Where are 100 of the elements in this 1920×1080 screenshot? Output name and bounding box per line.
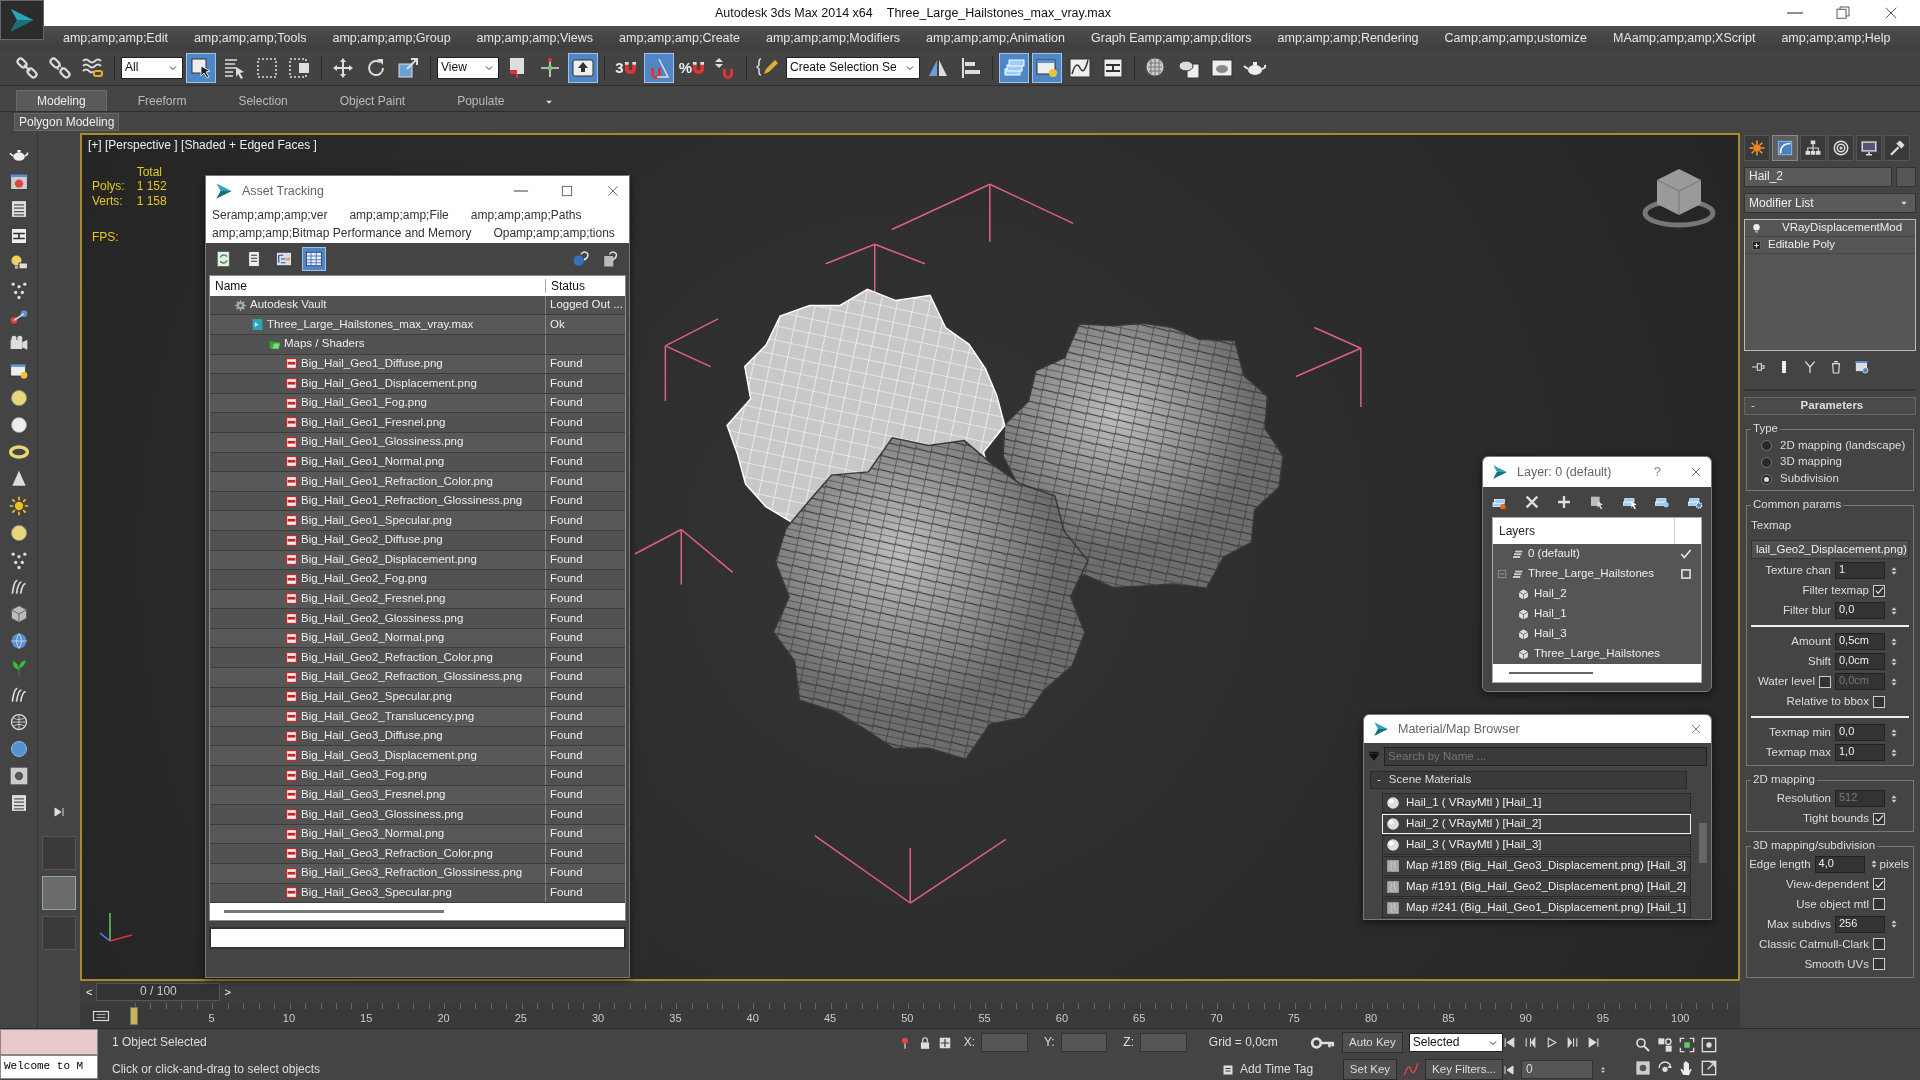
radio-label[interactable]: Subdivision [1780, 472, 1839, 486]
menu-item[interactable]: Graph Eamp;amp;amp;ditors [1078, 30, 1265, 46]
spinner-field[interactable]: 1,0 [1835, 744, 1885, 762]
viewport-label[interactable]: [+] [Perspective ] [Shaded + Edged Faces ] [88, 138, 317, 153]
material-item[interactable]: Map #191 (Big_Hail_Geo2_Displacement.png) [Hail_2] [1382, 877, 1691, 897]
asset-name[interactable]: Big_Hail_Geo3_Fresnel.png [301, 788, 446, 802]
toolbar-dropdown[interactable]: All [121, 56, 183, 79]
menu-item[interactable]: amp;amp;amp;Modifiers [753, 30, 914, 46]
asset-name[interactable]: Big_Hail_Geo3_Refraction_Color.png [301, 846, 493, 861]
asset-name[interactable]: Big_Hail_Geo2_Refraction_Glossiness.png [301, 670, 523, 685]
set-key-button[interactable]: Set Key [1342, 1059, 1398, 1080]
asset-name[interactable]: Big_Hail_Geo2_Refraction_Color.png [301, 650, 493, 665]
group-header[interactable]: - Scene Materials [1370, 771, 1687, 789]
toolbar-dropdown[interactable]: View [437, 56, 499, 79]
menu-item[interactable]: amp;amp;amp;Create [606, 30, 753, 46]
menu-item[interactable]: amp;amp;amp;Help [1768, 30, 1904, 46]
asset-name[interactable]: Big_Hail_Geo1_Diffuse.png [301, 356, 443, 371]
asset-name[interactable]: Autodesk Vault [250, 298, 327, 312]
menu-item[interactable]: amp;amp;amp;Edit [50, 30, 181, 46]
asset-name[interactable]: Big_Hail_Geo3_Fog.png [301, 768, 427, 783]
asset-name[interactable]: Big_Hail_Geo2_Fresnel.png [301, 592, 446, 606]
asset-name[interactable]: Big_Hail_Geo2_Diffuse.png [301, 533, 443, 548]
auto-key-button[interactable]: Auto Key [1342, 1032, 1403, 1053]
material-item[interactable]: Hail_3 ( VRayMtl ) [Hail_3] [1382, 835, 1691, 855]
material-item[interactable]: Map #241 (Big_Hail_Geo1_Displacement.png) [Hail_1] [1382, 898, 1691, 918]
radio-label[interactable]: 2D mapping (landscape) [1780, 438, 1906, 453]
asset-name[interactable]: Big_Hail_Geo1_Fog.png [301, 396, 427, 410]
ribbon-tab[interactable]: Object Paint [318, 89, 427, 111]
ribbon-tab[interactable]: Freeform [116, 89, 208, 111]
maxscript-output-field[interactable]: Welcome to M [0, 1055, 98, 1079]
material-item[interactable]: Hail_2 ( VRayMtl ) [Hail_2] [1382, 814, 1691, 834]
menu-item[interactable]: amp;amp;amp;Group [319, 30, 464, 46]
stack-item[interactable]: Editable Poly [1768, 238, 1836, 252]
help-button[interactable]: ? [1653, 462, 1661, 482]
asset-name[interactable]: Big_Hail_Geo3_Glossiness.png [301, 807, 464, 822]
spinner-field[interactable]: 256 [1835, 915, 1885, 933]
rollout-header[interactable]: - Parameters [1744, 397, 1916, 415]
timeline-track[interactable]: 5 10 15 20 25 30 35 40 45 50 55 60 65 70 75 80 85 90 95 100 [80, 1003, 1740, 1028]
modifier-list-dropdown[interactable]: Modifier List [1744, 193, 1916, 213]
asset-name[interactable]: Big_Hail_Geo2_Specular.png [301, 690, 452, 704]
spinner-field[interactable]: 0,0 [1835, 602, 1885, 620]
spinner-field[interactable]: 4,0 [1814, 855, 1865, 873]
object-name-field[interactable]: Hail_2 [1744, 167, 1892, 187]
object-name[interactable]: Hail_3 [1534, 627, 1701, 641]
asset-name[interactable]: Big_Hail_Geo2_Normal.png [301, 631, 445, 646]
layer-name[interactable]: 0 (default) [1528, 547, 1675, 561]
previous-frame-button[interactable]: < [86, 983, 93, 1001]
spinner-field[interactable]: 0,5cm [1835, 633, 1885, 651]
radio-label[interactable]: 3D mapping [1780, 455, 1842, 470]
asset-name[interactable]: Big_Hail_Geo2_Displacement.png [301, 552, 477, 567]
asset-name[interactable]: Big_Hail_Geo1_Fresnel.png [301, 415, 446, 430]
rollout-toggle[interactable]: - [1751, 399, 1755, 413]
spinner-field[interactable]: 0,0 [1835, 724, 1885, 742]
toolbar-dropdown[interactable]: Create Selection Se [786, 56, 920, 79]
ribbon-tab[interactable]: Selection [217, 89, 309, 111]
material-item[interactable]: Hail_1 ( VRayMtl ) [Hail_1] [1382, 793, 1691, 813]
object-name[interactable]: Hail_1 [1534, 607, 1701, 621]
next-frame-button[interactable]: > [224, 983, 231, 1001]
asset-name[interactable]: Big_Hail_Geo1_Refraction_Glossiness.png [301, 494, 523, 508]
ribbon-tab[interactable]: Modeling [16, 89, 107, 111]
asset-name[interactable]: Three_Large_Hailstones_max_vray.max [267, 317, 474, 332]
spinner-field[interactable]: 1 [1835, 562, 1885, 580]
menu-item[interactable]: amp;amp;amp;Bitmap Performance and Memory [212, 226, 472, 241]
material-item[interactable]: Map #189 (Big_Hail_Geo3_Displacement.png) [Hail_3] [1382, 856, 1691, 876]
menu-item[interactable]: amp;amp;amp;Views [463, 30, 607, 46]
menu-item[interactable]: amp;amp;amp;File [349, 208, 449, 223]
spinner-field[interactable]: 0,0cm [1835, 653, 1885, 671]
asset-name[interactable]: Big_Hail_Geo3_Diffuse.png [301, 729, 443, 744]
menu-item[interactable]: Opamp;amp;amp;tions [493, 226, 615, 241]
magnet-button[interactable]: 3 [611, 52, 641, 83]
ribbon-tab[interactable]: Populate [436, 89, 526, 111]
key-mode-dropdown[interactable]: Selected [1408, 1033, 1503, 1052]
object-name[interactable]: Three_Large_Hailstones [1534, 647, 1701, 661]
menu-item[interactable]: Seramp;amp;amp;ver [212, 208, 328, 223]
current-frame-field[interactable]: 0 [1521, 1060, 1593, 1079]
asset-name[interactable]: Maps / Shaders [284, 337, 365, 352]
asset-name[interactable]: Big_Hail_Geo1_Specular.png [301, 513, 452, 528]
asset-name[interactable]: Big_Hail_Geo1_Normal.png [301, 454, 445, 469]
add-time-tag-label[interactable]: Add Time Tag [1239, 1062, 1337, 1077]
asset-name[interactable]: Big_Hail_Geo1_Refraction_Color.png [301, 474, 493, 489]
asset-name[interactable]: Big_Hail_Geo3_Specular.png [301, 886, 452, 900]
asset-name[interactable]: Big_Hail_Geo1_Displacement.png [301, 376, 477, 391]
menu-item[interactable]: amp;amp;amp;Tools [180, 30, 320, 46]
key-filters-button[interactable]: Key Filters... [1425, 1059, 1503, 1080]
menu-item[interactable]: amp;amp;amp;Paths [470, 208, 582, 223]
asset-name[interactable]: Big_Hail_Geo2_Glossiness.png [301, 611, 464, 626]
layer-name[interactable]: Three_Large_Hailstones [1528, 567, 1675, 581]
column-header[interactable]: Status [546, 278, 586, 293]
asset-name[interactable]: Big_Hail_Geo1_Glossiness.png [301, 435, 464, 450]
object-name[interactable]: Hail_2 [1534, 587, 1701, 601]
asset-name[interactable]: Big_Hail_Geo3_Refraction_Glossiness.png [301, 866, 523, 881]
asset-name[interactable]: Big_Hail_Geo2_Translucency.png [301, 709, 475, 724]
menu-item[interactable]: amp;amp;amp;Animation [913, 30, 1078, 46]
modifier-stack[interactable]: VRayDisplacementMod Editable Poly [1744, 219, 1916, 351]
asset-name[interactable]: Big_Hail_Geo3_Normal.png [301, 827, 445, 841]
asset-name[interactable]: Big_Hail_Geo3_Displacement.png [301, 748, 477, 763]
magnet-button[interactable]: % [677, 52, 707, 83]
menu-item[interactable]: amp;amp;amp;Rendering [1264, 30, 1432, 46]
menu-item[interactable]: Camp;amp;amp;ustomize [1431, 30, 1600, 46]
ribbon-panel-label[interactable]: Polygon Modeling [14, 112, 120, 132]
